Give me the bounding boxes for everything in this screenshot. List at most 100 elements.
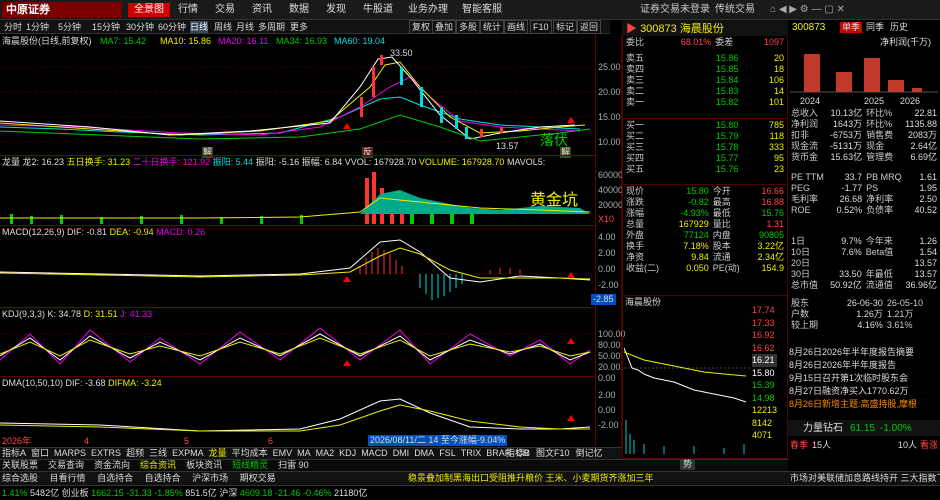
indicator-tab-15[interactable]: DMA: [414, 448, 434, 458]
indicator-tab-3[interactable]: EXTRS: [91, 448, 121, 458]
indicator-tab-16[interactable]: FSL: [439, 448, 456, 458]
indicator-tab-14[interactable]: DMI: [393, 448, 410, 458]
period-more[interactable]: 更多: [290, 21, 308, 33]
period-monthly[interactable]: 月线: [236, 21, 254, 33]
fin-cell: 10日: [791, 247, 811, 257]
indicator-tab-2[interactable]: MARPS: [54, 448, 86, 458]
period-30min[interactable]: 30分钟: [126, 21, 154, 33]
back-button[interactable]: 返回: [577, 20, 602, 34]
sell-order-row[interactable]: 卖二 15.83 14: [624, 86, 786, 97]
news-item[interactable]: 8月27日融资净买入1770.62万: [789, 385, 939, 398]
tab-single-quarter[interactable]: 单季: [840, 22, 863, 33]
indicator-tab-12[interactable]: KDJ: [339, 448, 356, 458]
shortcut-market[interactable]: 沪深市场: [192, 473, 228, 483]
period-15min[interactable]: 15分钟: [92, 21, 120, 33]
info-tab-2[interactable]: 资金流向: [94, 460, 130, 470]
menu-trade[interactable]: 交易: [215, 3, 235, 17]
indicator-tab-17[interactable]: TRIX: [461, 448, 482, 458]
trade-login-status[interactable]: 证券交易未登录: [640, 3, 710, 17]
indicator-tab-8[interactable]: 平均成本: [232, 448, 268, 458]
menu-discover[interactable]: 发现: [326, 3, 346, 17]
buy-order-row[interactable]: 买五 15.76 23: [624, 164, 786, 175]
classic-trade-button[interactable]: 传统交易: [715, 3, 755, 17]
sell-order-row[interactable]: 卖四 15.85 18: [624, 64, 786, 75]
info-tab-0[interactable]: 关联股票: [2, 460, 38, 470]
fin-bottom-tab4[interactable]: 看涨: [920, 440, 938, 451]
info-tab-3[interactable]: 综合资讯: [140, 460, 176, 470]
period-daily[interactable]: 日线: [190, 21, 209, 33]
indicator-tab-1[interactable]: 窗口: [31, 448, 49, 458]
news-item[interactable]: 8月26日新增主题:高盛持股,摩根: [789, 398, 939, 411]
indicator-tab-right-2[interactable]: 倒记忆: [576, 448, 603, 458]
multi-stock-button[interactable]: 多股: [456, 20, 481, 34]
sell-order-row[interactable]: 卖五 15.86 20: [624, 53, 786, 64]
sell-order-row[interactable]: 卖三 15.84 106: [624, 75, 786, 86]
dma-axis-neg2: -2.00: [598, 420, 619, 430]
force-diamond-label[interactable]: 力量钻石: [803, 423, 843, 434]
mark-button[interactable]: 标记: [553, 20, 578, 34]
mini-chart-tab[interactable]: 势: [680, 459, 696, 470]
indicator-tab-5[interactable]: 三线: [149, 448, 167, 458]
draw-line-button[interactable]: 画线: [504, 20, 529, 34]
menu-data[interactable]: 数据: [289, 3, 309, 17]
indicator-tab-4[interactable]: 超频: [126, 448, 144, 458]
menu-bull-path[interactable]: 牛股道: [363, 3, 393, 17]
indicator-tab-0[interactable]: 指标A: [2, 448, 26, 458]
overlay-button[interactable]: 叠加: [432, 20, 457, 34]
indicator-tab-7[interactable]: 龙量: [209, 448, 227, 458]
sell-order-price: 15.84: [715, 75, 739, 85]
period-5min[interactable]: 5分钟: [58, 21, 81, 33]
sell-order-row[interactable]: 卖一 15.82 101: [624, 97, 786, 108]
indicator-tab-9[interactable]: EMV: [273, 448, 293, 458]
stat-row: 净资 9.84 流通 2.34亿: [624, 252, 786, 263]
info-tab-4[interactable]: 板块资讯: [186, 460, 222, 470]
tab-same-quarter[interactable]: 同季: [866, 22, 884, 33]
menu-business[interactable]: 业务办理: [408, 3, 448, 17]
period-1min[interactable]: 1分钟: [26, 21, 49, 33]
indicator-tab-11[interactable]: MA2: [316, 448, 335, 458]
fin-cell: 40.52: [914, 205, 937, 215]
shortcut-option[interactable]: 期权交易: [240, 473, 276, 483]
buy-order-row[interactable]: 买二 15.79 118: [624, 131, 786, 142]
buy-order-row[interactable]: 买三 15.78 333: [624, 142, 786, 153]
info-tab-5[interactable]: 短线精灵: [232, 460, 268, 470]
shortcut-fav[interactable]: 自选持合: [97, 473, 133, 483]
period-multi[interactable]: 多周期: [258, 21, 285, 33]
logo-text: 中原证券: [6, 4, 50, 16]
fin-row: 1日 9.7% 今年来 1.26: [789, 236, 939, 247]
buy-order-row[interactable]: 买四 15.77 95: [624, 153, 786, 164]
news-item[interactable]: 9月15日召开第1次临时股东会: [789, 372, 939, 385]
shortcut-pick[interactable]: 综合选股: [2, 473, 38, 483]
statistics-button[interactable]: 统计: [480, 20, 505, 34]
window-controls-icon[interactable]: ⌂ ◀ ▶ ⚙ — ▢ ✕: [770, 4, 845, 15]
menu-news[interactable]: 资讯: [252, 3, 272, 17]
buy-order-volume: 23: [773, 164, 784, 174]
period-60min[interactable]: 60分钟: [158, 21, 186, 33]
period-weekly[interactable]: 周线: [214, 21, 232, 33]
info-tab-6[interactable]: 扫雷 90: [278, 460, 309, 470]
shortcut-view[interactable]: 目看行情: [50, 473, 86, 483]
weibi-label: 委比: [626, 37, 645, 47]
indicator-tab-10[interactable]: MA: [297, 448, 311, 458]
menu-quotes[interactable]: 行情: [178, 3, 198, 17]
indicator-tab-right-1[interactable]: 图文F10: [536, 448, 570, 458]
period-fenshi[interactable]: 分时: [4, 21, 22, 33]
info-tab-1[interactable]: 交易查询: [48, 460, 84, 470]
indicator-tab-right-0[interactable]: 指标B: [506, 448, 530, 458]
fin-bottom-tab1[interactable]: 春季: [790, 440, 808, 451]
tab-history[interactable]: 历史: [890, 22, 908, 33]
tag-jie-2[interactable]: 解: [560, 147, 572, 158]
indicator-tab-6[interactable]: EXPMA: [172, 448, 204, 458]
news-ticker-right[interactable]: 市场对美联储加息路线持开 三大指数下跌: [790, 473, 940, 484]
buy-order-row[interactable]: 买一 15.80 785: [624, 120, 786, 131]
shortcut-fav2[interactable]: 自选持合: [145, 473, 181, 483]
divider: [622, 184, 788, 185]
adjust-button[interactable]: 复权: [409, 20, 434, 34]
news-item[interactable]: 8月26日2026年半年度报告摘要: [789, 346, 939, 359]
news-item[interactable]: 8月26日2026年半年度报告: [789, 359, 939, 372]
f10-button[interactable]: F10: [530, 20, 552, 34]
indicator-tab-13[interactable]: MACD: [361, 448, 388, 458]
menu-smart-service[interactable]: 智能客服: [462, 3, 502, 17]
news-ticker[interactable]: 稳景叠加制黑海出口受阻推升粮价 王米、小麦期货齐涨加三年: [408, 473, 654, 484]
menu-overview[interactable]: 全景图: [128, 3, 170, 17]
